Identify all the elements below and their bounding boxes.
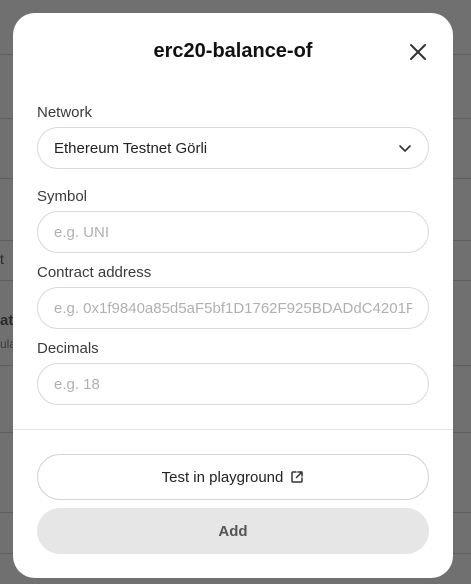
network-select[interactable]: Ethereum Testnet Görli (37, 127, 429, 169)
decimals-label: Decimals (37, 340, 99, 357)
footer-divider (13, 429, 453, 430)
symbol-field-wrapper (37, 211, 429, 253)
test-in-playground-label: Test in playground (161, 468, 284, 486)
modal-dialog: erc20-balance-of Network Ethereum Testne… (13, 13, 453, 578)
external-link-icon (290, 470, 304, 484)
decimals-field-wrapper (37, 363, 429, 405)
modal-title: erc20-balance-of (153, 40, 313, 62)
add-button[interactable]: Add (37, 508, 429, 554)
test-in-playground-button[interactable]: Test in playground (37, 454, 429, 500)
contract-address-label: Contract address (37, 264, 152, 281)
close-button[interactable] (407, 41, 429, 63)
symbol-input[interactable] (54, 223, 412, 241)
chevron-down-icon (398, 141, 412, 155)
add-button-label: Add (218, 522, 248, 540)
close-icon (410, 44, 426, 60)
network-selected-value: Ethereum Testnet Görli (54, 139, 208, 157)
decimals-input[interactable] (54, 375, 412, 393)
contract-address-field-wrapper (37, 287, 429, 329)
contract-address-input[interactable] (54, 299, 412, 317)
network-label: Network (37, 104, 93, 121)
symbol-label: Symbol (37, 188, 88, 205)
bg-fragment-2: at (0, 312, 14, 329)
bg-fragment-1: t (0, 251, 4, 267)
